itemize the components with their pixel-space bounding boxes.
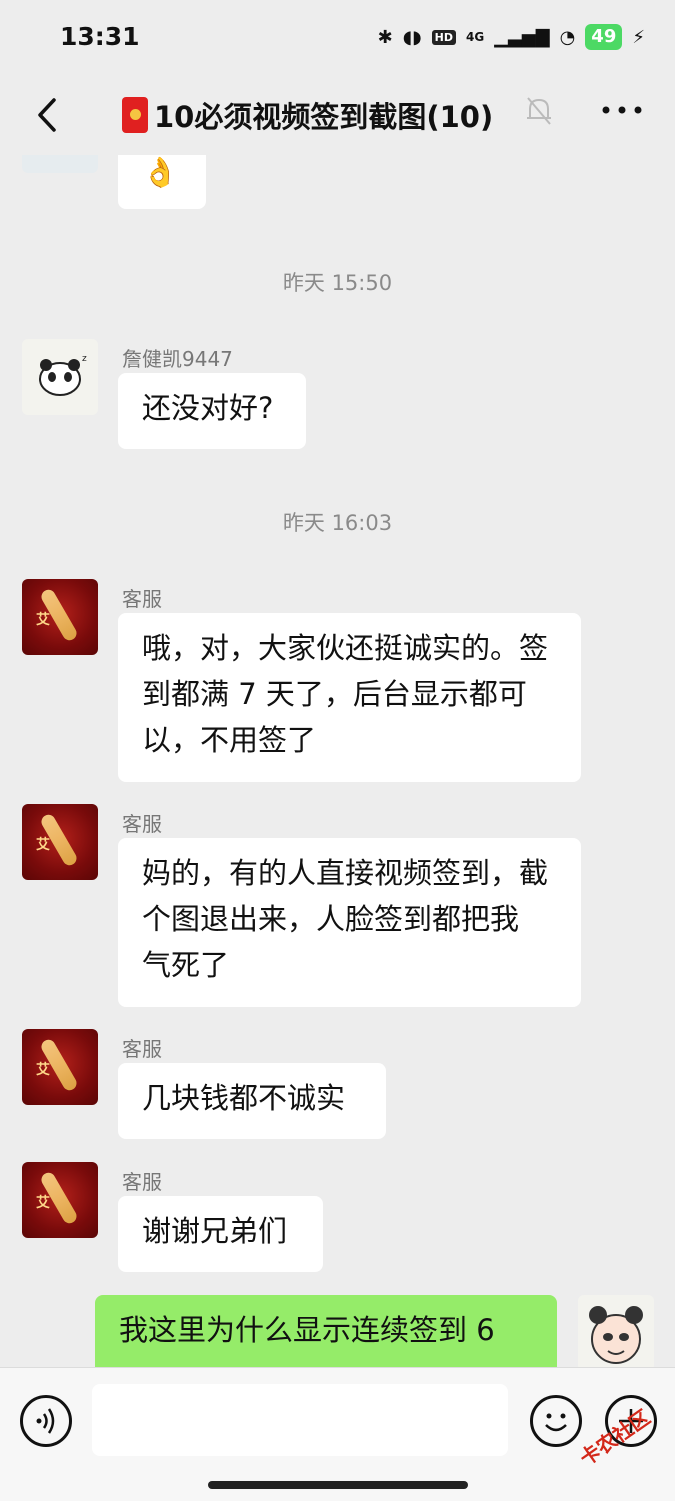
cartoon-avatar-icon: [589, 1306, 643, 1364]
status-time: 13:31: [60, 22, 140, 51]
message-line: 以，不用签了: [142, 723, 317, 757]
message-bubble[interactable]: 妈的，有的人直接视频签到，截 个图退出来，人脸签到都把我 气死了: [118, 838, 581, 1007]
sender-name: 客服: [122, 1037, 162, 1061]
home-indicator: [208, 1481, 468, 1489]
network-label: 4G: [466, 30, 485, 44]
message-bubble[interactable]: 👌: [118, 155, 206, 209]
bell-off-icon: [527, 97, 551, 125]
sender-name: 客服: [122, 587, 162, 611]
message-line: 到都满 7 天了，后台显示都可: [142, 677, 527, 711]
message-bubble[interactable]: 哦，对，大家伙还挺诚实的。签 到都满 7 天了，后台显示都可 以，不用签了: [118, 613, 581, 782]
wifi-icon: ◔: [559, 26, 576, 48]
back-button[interactable]: [28, 90, 68, 140]
message-line: 个图退出来，人脸签到都把我: [142, 902, 520, 936]
chat-title: 10必须视频签到截图(10): [122, 94, 493, 136]
charging-icon: ⚡: [632, 26, 645, 48]
my-avatar[interactable]: [578, 1295, 654, 1367]
message-input[interactable]: [92, 1384, 508, 1456]
status-bar: 13:31 ✱ ◖◗ HD 4G ▁▃▅▇ ◔ 49 ⚡: [0, 0, 675, 80]
timestamp: 昨天 16:03: [282, 511, 393, 535]
status-icons: ✱ ◖◗ HD 4G ▁▃▅▇ ◔ 49 ⚡: [378, 24, 645, 50]
avatar[interactable]: 艾: [22, 804, 98, 880]
avatar[interactable]: z: [22, 339, 98, 415]
battery-indicator: 49: [585, 24, 623, 50]
signal-icon: ▁▃▅▇: [494, 26, 550, 48]
message-line: 妈的，有的人直接视频签到，截: [142, 856, 549, 890]
avatar[interactable]: 艾: [22, 1029, 98, 1105]
avatar[interactable]: [22, 155, 98, 173]
sender-name: 詹健凯9447: [122, 347, 233, 371]
bluetooth-icon: ✱: [377, 26, 393, 48]
message-bubble[interactable]: 还没对好?: [118, 373, 306, 449]
chat-title-text: 10必须视频签到截图(10): [154, 100, 494, 134]
message-line: 气死了: [142, 948, 230, 982]
voice-button[interactable]: [20, 1395, 72, 1447]
red-envelope-icon: [122, 97, 148, 133]
message-list[interactable]: 👌 昨天 15:50 z 詹健凯9447 还没对好? 昨天 16:03 艾 客服…: [0, 155, 675, 1367]
timestamp: 昨天 15:50: [282, 271, 393, 295]
hd-icon: HD: [431, 29, 456, 45]
sender-name: 客服: [122, 1170, 162, 1194]
emoji-button[interactable]: [530, 1395, 582, 1447]
message-bubble[interactable]: 几块钱都不诚实: [118, 1063, 386, 1139]
earbuds-icon: ◖◗: [402, 26, 422, 48]
my-message-bubble[interactable]: 我这里为什么显示连续签到 6: [95, 1295, 557, 1367]
avatar[interactable]: 艾: [22, 579, 98, 655]
chat-header: 10必须视频签到截图(10): [0, 80, 675, 155]
message-line: 哦，对，大家伙还挺诚实的。签: [142, 631, 549, 665]
sender-name: 客服: [122, 812, 162, 836]
more-button[interactable]: [600, 98, 644, 122]
avatar[interactable]: 艾: [22, 1162, 98, 1238]
panda-avatar-icon: z: [39, 354, 87, 396]
message-bubble[interactable]: 谢谢兄弟们: [118, 1196, 323, 1272]
svg-text:z: z: [82, 354, 87, 364]
